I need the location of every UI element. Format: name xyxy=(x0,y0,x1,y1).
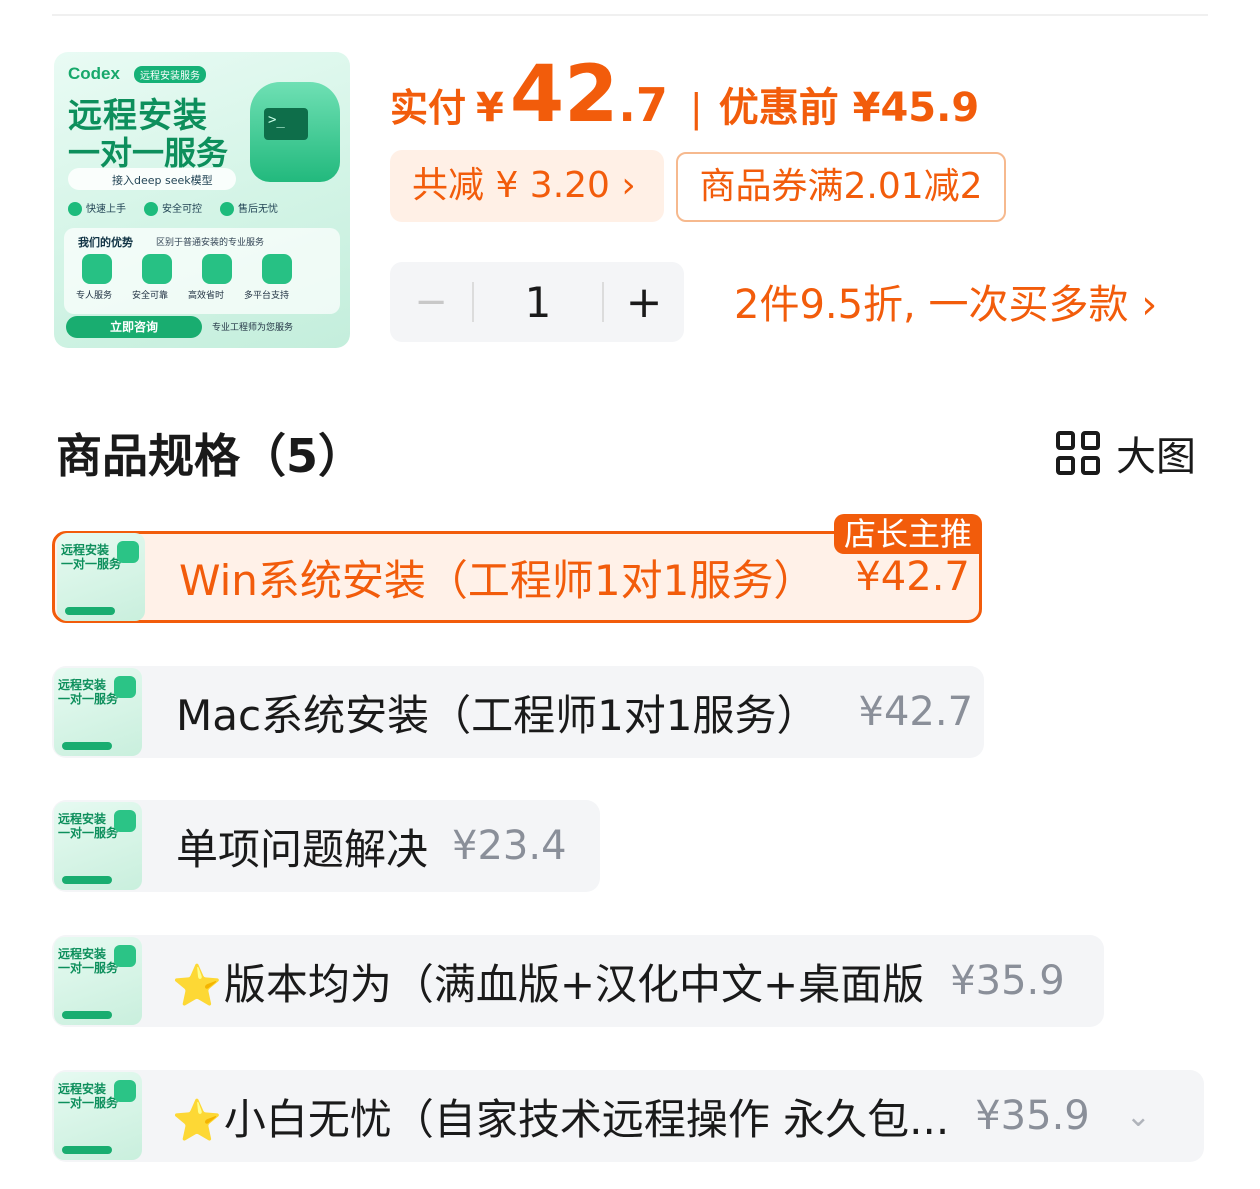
spec-option-single-issue[interactable]: 远程安装 一对一服务 单项问题解决 ¥23.4 xyxy=(52,800,600,892)
advantage-label: 多平台支持 xyxy=(244,291,290,301)
paid-label: 实付 xyxy=(390,86,467,130)
mini-cta xyxy=(62,1011,112,1019)
mini-title: 远程安装 一对一服务 xyxy=(58,812,119,840)
advantage-label: 专人服务 xyxy=(76,291,113,301)
advantages-subtitle: 区别于普通安装的专业服务 xyxy=(156,238,265,248)
mini-cta xyxy=(62,742,112,750)
price-integer: 42 xyxy=(509,50,619,140)
star-icon: ⭐ xyxy=(172,1097,222,1144)
top-divider xyxy=(52,14,1208,16)
price-separator: | xyxy=(689,86,703,130)
advantage-icons xyxy=(82,254,292,284)
increase-button[interactable]: + xyxy=(604,277,684,328)
option-price: ¥35.9 xyxy=(975,1093,1090,1139)
mini-title: 远程安装 一对一服务 xyxy=(58,1082,119,1110)
mini-cta xyxy=(62,1146,112,1154)
spec-option-version[interactable]: 远程安装 一对一服务 ⭐版本均为（满血版+汉化中文+桌面版 ¥35.9 xyxy=(52,935,1104,1027)
feature-item: 售后无忧 xyxy=(220,200,278,216)
option-thumbnail: 远程安装 一对一服务 xyxy=(54,802,142,890)
currency-symbol: ¥ xyxy=(476,85,504,131)
rocket-icon xyxy=(202,254,232,284)
mini-title: 远程安装 一对一服务 xyxy=(58,678,119,706)
option-name: 版本均为（满血版+汉化中文+桌面版 xyxy=(223,959,925,1009)
spec-option-mac[interactable]: 远程安装 一对一服务 Mac系统安装（工程师1对1服务） ¥42.7 xyxy=(52,666,984,758)
quantity-value[interactable]: 1 xyxy=(474,278,602,327)
mini-title: 远程安装 一对一服务 xyxy=(58,947,119,975)
option-name: Mac系统安装（工程师1对1服务） xyxy=(176,690,819,740)
option-thumbnail: 远程安装 一对一服务 xyxy=(57,533,145,621)
mini-cta xyxy=(62,876,112,884)
service-tag: 远程安装服务 xyxy=(134,66,206,83)
headset-icon xyxy=(82,254,112,284)
option-name: Win系统安装（工程师1对1服务） xyxy=(179,555,816,605)
cloud-icon xyxy=(114,945,136,967)
feature-item: 快速上手 xyxy=(68,200,126,216)
option-thumbnail: 远程安装 一对一服务 xyxy=(54,937,142,1025)
option-name: 单项问题解决 xyxy=(176,824,429,874)
large-image-label: 大图 xyxy=(1116,434,1196,480)
advantages-panel: 我们的优势 区别于普通安装的专业服务 专人服务 安全可靠 高效省时 多平台支持 xyxy=(64,228,340,314)
terminal-screen: >_ xyxy=(264,108,308,140)
option-thumbnail: 远程安装 一对一服务 xyxy=(54,1072,142,1160)
coupon-badge[interactable]: 商品券满2.01减2 xyxy=(676,152,1006,222)
option-price: ¥42.7 xyxy=(858,689,974,735)
chevron-down-icon[interactable]: ⌄ xyxy=(1126,1099,1151,1134)
mini-cta xyxy=(65,607,115,615)
option-name-wrap: ⭐版本均为（满血版+汉化中文+桌面版 xyxy=(172,951,924,1012)
product-image[interactable]: Codex 远程安装服务 远程安装 一对一服务 >_ 接入deep seek模型… xyxy=(54,52,350,348)
advantage-label: 安全可靠 xyxy=(132,291,169,301)
cloud-terminal-icon: >_ xyxy=(250,82,340,182)
price-decimal: .7 xyxy=(618,78,668,132)
price-before-discount: 优惠前 ¥45.9 xyxy=(718,85,980,131)
model-note: 接入deep seek模型 xyxy=(68,168,236,190)
recommend-badge: 店长主推 xyxy=(833,514,982,554)
monitor-icon xyxy=(262,254,292,284)
brand-logo: Codex xyxy=(68,64,120,83)
option-name: 小白无忧（自家技术远程操作 永久包... xyxy=(223,1094,950,1144)
consult-button: 立即咨询 xyxy=(66,316,202,338)
advantages-title: 我们的优势 xyxy=(78,236,133,249)
total-discount-button[interactable]: 共减 ¥ 3.20 › xyxy=(390,150,664,222)
quantity-stepper: − 1 + xyxy=(390,262,684,342)
multi-buy-promo-link[interactable]: 2件9.5折, 一次买多款 › xyxy=(734,272,1157,330)
cloud-icon xyxy=(114,810,136,832)
grid-icon xyxy=(1056,431,1100,475)
cloud-icon xyxy=(117,541,139,563)
advantage-labels: 专人服务 安全可靠 高效省时 多平台支持 xyxy=(76,288,289,301)
spec-section-title: 商品规格（5） xyxy=(56,429,365,483)
option-price: ¥23.4 xyxy=(452,823,567,869)
decrease-button[interactable]: − xyxy=(390,279,472,325)
spec-option-worry-free[interactable]: 远程安装 一对一服务 ⭐小白无忧（自家技术远程操作 永久包... ¥35.9 ⌄ xyxy=(52,1070,1204,1162)
option-price: ¥35.9 xyxy=(950,958,1065,1004)
consult-note: 专业工程师为您服务 xyxy=(212,323,294,333)
shield-icon xyxy=(142,254,172,284)
star-icon: ⭐ xyxy=(172,962,222,1009)
feature-row: 快速上手 安全可控 售后无忧 xyxy=(68,200,278,216)
price-row: 实付 ¥ 42 .7 | 优惠前 ¥45.9 xyxy=(390,56,979,136)
cloud-icon xyxy=(114,1080,136,1102)
advantage-label: 高效省时 xyxy=(188,291,225,301)
mini-title: 远程安装 一对一服务 xyxy=(61,543,122,571)
feature-item: 安全可控 xyxy=(144,200,202,216)
option-price: ¥42.7 xyxy=(855,554,970,600)
large-image-toggle[interactable]: 大图 xyxy=(1056,424,1196,482)
spec-option-win[interactable]: 远程安装 一对一服务 Win系统安装（工程师1对1服务） ¥42.7 店长主推 xyxy=(52,514,982,623)
option-name-wrap: ⭐小白无忧（自家技术远程操作 永久包... xyxy=(172,1086,949,1147)
cloud-icon xyxy=(114,676,136,698)
option-thumbnail: 远程安装 一对一服务 xyxy=(54,668,142,756)
